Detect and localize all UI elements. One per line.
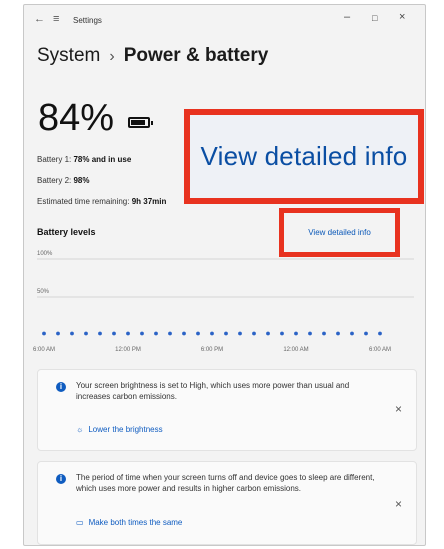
data-point bbox=[280, 331, 284, 336]
data-point bbox=[266, 331, 270, 336]
sleep-recommendation-card: i The period of time when your screen tu… bbox=[37, 461, 417, 545]
settings-window: ← ≡ Settings – □ × System › Power & batter… bbox=[23, 4, 426, 546]
data-point bbox=[252, 331, 256, 336]
recommendation-message: Your screen brightness is set to High, w… bbox=[76, 381, 350, 401]
recommendation-message: The period of time when your screen turn… bbox=[76, 473, 375, 493]
data-point bbox=[42, 331, 46, 336]
data-point bbox=[168, 331, 172, 336]
data-point bbox=[294, 331, 298, 336]
x-tick-label: 6:00 AM bbox=[33, 347, 55, 353]
data-point bbox=[378, 331, 382, 336]
lower-brightness-link[interactable]: ☼ Lower the brightness bbox=[76, 425, 163, 434]
lower-brightness-label[interactable]: Lower the brightness bbox=[88, 425, 162, 434]
x-tick-label: 12:00 AM bbox=[283, 347, 308, 353]
make-times-same-link[interactable]: ▭ Make both times the same bbox=[76, 518, 182, 527]
data-point bbox=[322, 331, 326, 336]
data-point bbox=[56, 331, 60, 336]
brightness-icon: ☼ bbox=[76, 425, 84, 434]
data-point bbox=[350, 331, 354, 336]
x-tick-label: 6:00 PM bbox=[201, 347, 223, 353]
data-point bbox=[154, 331, 158, 336]
brightness-recommendation-card: i Your screen brightness is set to High,… bbox=[37, 369, 417, 451]
make-times-same-label[interactable]: Make both times the same bbox=[89, 518, 183, 527]
x-tick-label: 12:00 PM bbox=[115, 347, 141, 353]
monitor-icon: ▭ bbox=[76, 518, 84, 527]
data-point bbox=[196, 331, 200, 336]
data-point bbox=[224, 331, 228, 336]
dismiss-icon[interactable]: × bbox=[395, 402, 402, 416]
data-point bbox=[308, 331, 312, 336]
view-detailed-info-callout: View detailed info bbox=[184, 109, 424, 204]
info-icon: i bbox=[56, 382, 66, 392]
data-point bbox=[336, 331, 340, 336]
y-tick-label: 50% bbox=[37, 289, 50, 295]
data-point bbox=[210, 331, 214, 336]
view-detailed-info-zoomed-label: View detailed info bbox=[200, 141, 408, 171]
dismiss-icon[interactable]: × bbox=[395, 497, 402, 511]
data-point bbox=[364, 331, 368, 336]
data-point bbox=[126, 331, 130, 336]
view-detailed-info-label[interactable]: View detailed info bbox=[308, 228, 371, 237]
view-detailed-info-link[interactable]: View detailed info bbox=[279, 208, 400, 257]
y-tick-label: 100% bbox=[37, 251, 53, 257]
data-point bbox=[70, 331, 74, 336]
data-point bbox=[84, 331, 88, 336]
data-point bbox=[98, 331, 102, 336]
data-point bbox=[112, 331, 116, 336]
data-point bbox=[182, 331, 186, 336]
data-point bbox=[140, 331, 144, 336]
info-icon: i bbox=[56, 474, 66, 484]
data-point bbox=[238, 331, 242, 336]
x-tick-label: 6:00 AM bbox=[369, 347, 391, 353]
